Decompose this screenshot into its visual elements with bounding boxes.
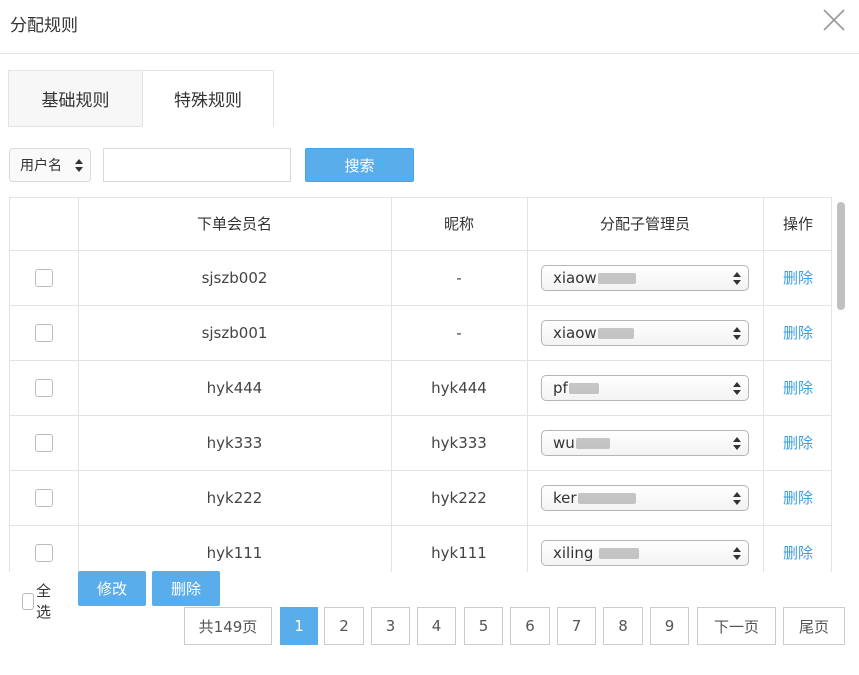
member-name-cell: sjszb001 xyxy=(77,304,392,361)
table-row: sjszb001 - xiaow 删除 xyxy=(10,304,831,361)
delete-link[interactable]: 删除 xyxy=(783,324,813,342)
select-arrows-icon xyxy=(733,491,741,505)
page-button-5[interactable]: 5 xyxy=(464,607,503,645)
header-checkbox-col xyxy=(10,198,79,251)
redacted-mark xyxy=(575,437,610,449)
row-checkbox[interactable] xyxy=(34,268,53,287)
redacted-mark xyxy=(597,327,634,339)
table-row: sjszb002 - xiaow 删除 xyxy=(10,249,831,306)
row-checkbox[interactable] xyxy=(34,488,53,507)
pagination-total: 共149页 xyxy=(184,607,272,645)
nickname-cell: hyk222 xyxy=(390,469,528,526)
admin-select-value: ker xyxy=(553,488,577,507)
member-name-cell: hyk222 xyxy=(77,469,392,526)
tab-special-rules[interactable]: 特殊规则 xyxy=(142,70,274,127)
admin-select[interactable]: xiling xyxy=(541,539,749,566)
redacted-mark xyxy=(568,382,599,394)
dialog-title: 分配规则 xyxy=(10,16,78,36)
table-row: hyk444 hyk444 pf 删除 xyxy=(10,359,831,416)
admin-select[interactable]: ker xyxy=(541,484,749,511)
last-page-button[interactable]: 尾页 xyxy=(783,607,845,645)
scrollbar-thumb[interactable] xyxy=(837,202,845,310)
nickname-cell: - xyxy=(390,249,528,306)
admin-select[interactable]: pf xyxy=(541,374,749,401)
page-button-8[interactable]: 8 xyxy=(603,607,643,645)
page-button-9[interactable]: 9 xyxy=(650,607,689,645)
admin-select[interactable]: xiaow xyxy=(541,264,749,291)
page-button-4[interactable]: 4 xyxy=(417,607,456,645)
select-arrows-icon xyxy=(733,546,741,560)
delete-link[interactable]: 删除 xyxy=(783,434,813,452)
table-row: hyk222 hyk222 ker 删除 xyxy=(10,469,831,526)
select-all-label: 全选 xyxy=(36,582,52,621)
redacted-mark xyxy=(577,492,636,504)
header-assigned-admin: 分配子管理员 xyxy=(526,198,764,251)
admin-select-value: pf xyxy=(553,378,568,397)
delete-link[interactable]: 删除 xyxy=(783,544,813,562)
select-arrows-icon xyxy=(733,381,741,395)
member-name-cell: hyk444 xyxy=(77,359,392,416)
bulk-delete-button[interactable]: 删除 xyxy=(152,571,220,606)
delete-link[interactable]: 删除 xyxy=(783,379,813,397)
search-input[interactable] xyxy=(103,148,291,182)
member-name-cell: hyk333 xyxy=(77,414,392,471)
admin-select[interactable]: wu xyxy=(541,429,749,456)
nickname-cell: hyk111 xyxy=(390,524,528,572)
page-button-1[interactable]: 1 xyxy=(280,607,318,645)
delete-link[interactable]: 删除 xyxy=(783,269,813,287)
admin-select-value: xiaow xyxy=(553,323,597,342)
select-all-checkbox[interactable]: 全选 xyxy=(22,580,56,622)
admin-select[interactable]: xiaow xyxy=(541,319,749,346)
edit-button[interactable]: 修改 xyxy=(78,571,146,606)
table-header-row: 下单会员名 昵称 分配子管理员 操作 xyxy=(10,198,831,251)
nickname-cell: - xyxy=(390,304,528,361)
select-arrows-icon xyxy=(733,326,741,340)
select-arrows-icon xyxy=(733,436,741,450)
member-name-cell: sjszb002 xyxy=(77,249,392,306)
row-checkbox[interactable] xyxy=(34,378,53,397)
page-button-6[interactable]: 6 xyxy=(510,607,550,645)
tab-basic-rules[interactable]: 基础规则 xyxy=(8,70,142,127)
select-arrows-icon xyxy=(75,159,83,172)
page-button-3[interactable]: 3 xyxy=(371,607,410,645)
header-action: 操作 xyxy=(762,198,831,251)
assignment-rules-dialog: 分配规则 基础规则 特殊规则 用户名 搜索 下单会员名 昵称 分配子管理员 操作… xyxy=(0,0,859,675)
redacted-mark xyxy=(597,272,636,284)
search-button[interactable]: 搜索 xyxy=(305,148,414,182)
rule-tabs: 基础规则 特殊规则 xyxy=(8,70,274,127)
row-checkbox[interactable] xyxy=(34,543,53,562)
search-field-value: 用户名 xyxy=(20,158,62,174)
close-icon[interactable] xyxy=(820,6,848,34)
header-nickname: 昵称 xyxy=(390,198,528,251)
table-row: hyk111 hyk111 xiling 删除 xyxy=(10,524,831,572)
next-page-button[interactable]: 下一页 xyxy=(697,607,776,645)
page-button-7[interactable]: 7 xyxy=(557,607,596,645)
nickname-cell: hyk333 xyxy=(390,414,528,471)
delete-link[interactable]: 删除 xyxy=(783,489,813,507)
admin-select-value: wu xyxy=(553,433,575,452)
select-arrows-icon xyxy=(733,271,741,285)
rules-table-container: 下单会员名 昵称 分配子管理员 操作 sjszb002 - xiaow 删除 s… xyxy=(9,197,832,572)
table-scrollbar[interactable] xyxy=(833,197,849,572)
page-button-2[interactable]: 2 xyxy=(324,607,364,645)
admin-select-value: xiling xyxy=(553,543,594,562)
nickname-cell: hyk444 xyxy=(390,359,528,416)
select-all-box[interactable] xyxy=(22,592,34,610)
table-row: hyk333 hyk333 wu 删除 xyxy=(10,414,831,471)
redacted-mark xyxy=(599,547,640,559)
dialog-header: 分配规则 xyxy=(0,0,859,54)
row-checkbox[interactable] xyxy=(34,433,53,452)
search-field-select[interactable]: 用户名 xyxy=(9,148,91,182)
admin-select-value: xiaow xyxy=(553,268,597,287)
rules-table: 下单会员名 昵称 分配子管理员 操作 sjszb002 - xiaow 删除 s… xyxy=(10,198,831,572)
header-member-name: 下单会员名 xyxy=(77,198,392,251)
member-name-cell: hyk111 xyxy=(77,524,392,572)
row-checkbox[interactable] xyxy=(34,323,53,342)
